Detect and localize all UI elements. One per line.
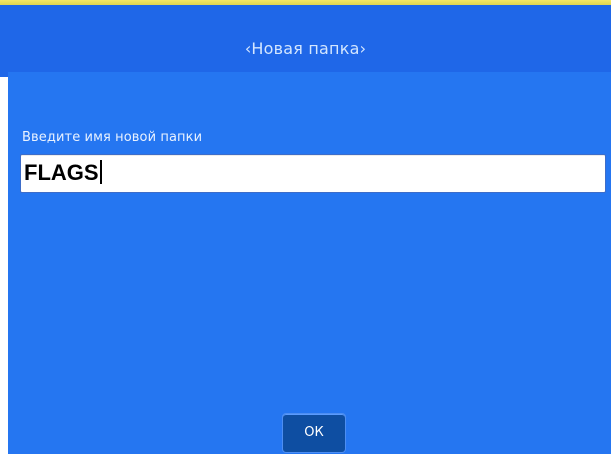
folder-name-prompt: Введите имя новой папки (22, 130, 203, 145)
left-border (0, 77, 8, 465)
text-cursor (99, 160, 102, 184)
ok-button[interactable]: ОК (282, 413, 346, 453)
title-bar: ‹Новая папка› (0, 5, 611, 77)
new-folder-screen: ‹Новая папка› Введите имя новой папки FL… (0, 0, 611, 465)
folder-name-text: FLAGS (24, 160, 99, 185)
window-title: ‹Новая папка› (244, 39, 367, 58)
folder-name-input[interactable]: FLAGS (20, 154, 606, 193)
bottom-border (0, 454, 611, 465)
folder-name-value: FLAGS (24, 160, 102, 186)
